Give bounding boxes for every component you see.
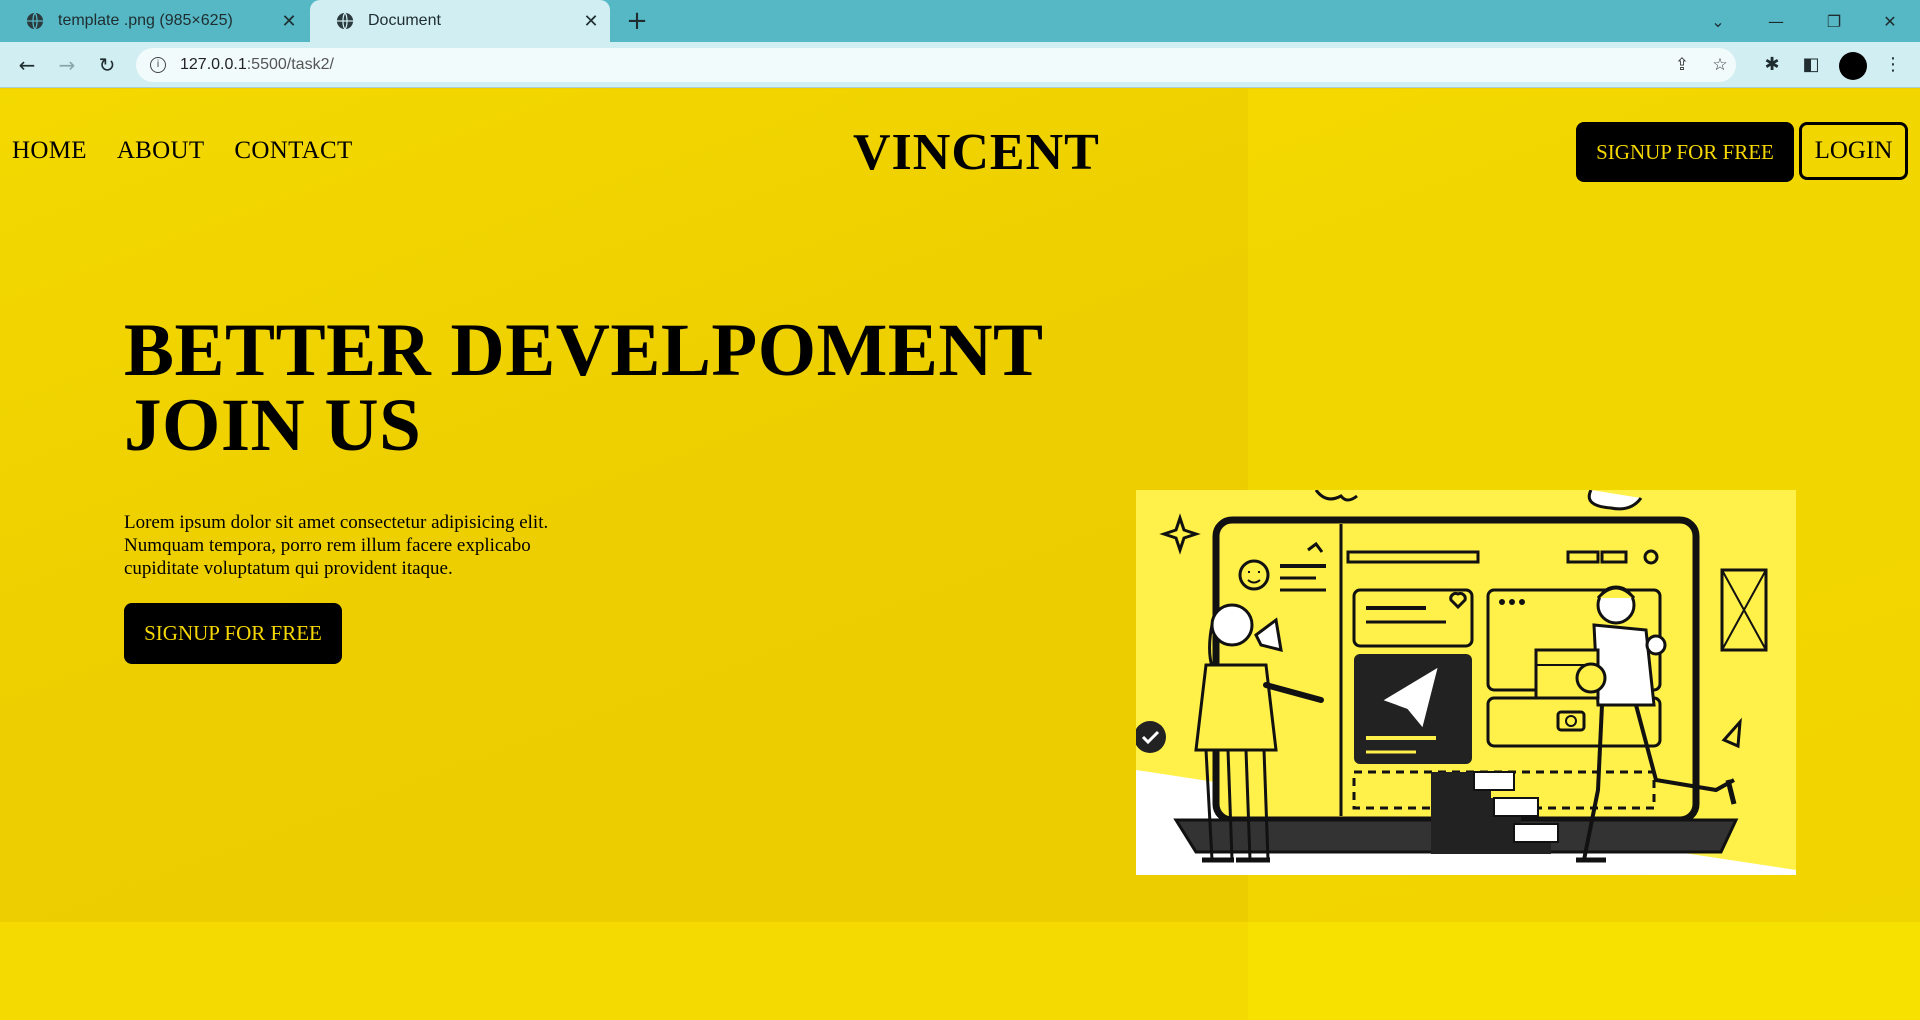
extensions-icon[interactable]: ✱ <box>1761 54 1783 76</box>
close-icon[interactable]: ✕ <box>278 10 300 32</box>
team-illustration <box>1136 490 1796 875</box>
address-bar[interactable]: i 127.0.0.1:5500/task2/ ⇪ ☆ <box>136 48 1736 82</box>
close-icon[interactable]: ✕ <box>580 10 602 32</box>
tab-label: Document <box>368 12 441 29</box>
nav-home-link[interactable]: HOME <box>12 137 87 165</box>
url-path: :5500/task2/ <box>246 56 334 73</box>
menu-dots-icon[interactable]: ⋮ <box>1882 54 1904 76</box>
browser-tab-template[interactable]: template .png (985×625) ✕ <box>0 0 308 42</box>
page: HOME ABOUT CONTACT VINCENT SIGNUP FOR FR… <box>0 89 1920 1020</box>
url-host: 127.0.0.1 <box>180 56 247 73</box>
login-button[interactable]: LOGIN <box>1799 122 1908 180</box>
hero-title-line: BETTER DEVELPOMENT <box>124 309 1044 392</box>
footer-strip <box>0 922 1920 1020</box>
signup-button[interactable]: SIGNUP FOR FREE <box>1576 122 1794 182</box>
reload-icon[interactable]: ↻ <box>92 50 122 80</box>
browser-tabstrip: template .png (985×625) ✕ Document ✕ + ⌄… <box>0 0 1920 42</box>
hero-signup-button[interactable]: SIGNUP FOR FREE <box>124 603 342 664</box>
side-panel-icon[interactable]: ◧ <box>1800 54 1822 76</box>
tab-label: template .png (985×625) <box>58 12 233 29</box>
main-nav: HOME ABOUT CONTACT <box>12 137 353 165</box>
background-shade <box>0 89 1248 922</box>
avatar[interactable] <box>1839 52 1867 80</box>
hero-description: Lorem ipsum dolor sit amet consectetur a… <box>124 512 549 579</box>
site-logo[interactable]: VINCENT <box>853 123 1100 182</box>
hero-title-line: JOIN US <box>124 384 422 467</box>
nav-about-link[interactable]: ABOUT <box>117 137 205 165</box>
globe-icon <box>26 12 44 30</box>
url-text: 127.0.0.1:5500/task2/ <box>180 56 334 74</box>
browser-tab-document[interactable]: Document ✕ <box>310 0 610 42</box>
minimize-icon[interactable]: — <box>1748 0 1804 42</box>
info-icon[interactable]: i <box>150 57 166 73</box>
back-arrow-icon[interactable]: ← <box>12 50 42 80</box>
nav-contact-link[interactable]: CONTACT <box>234 137 352 165</box>
share-icon[interactable]: ⇪ <box>1672 55 1692 75</box>
star-icon[interactable]: ☆ <box>1710 55 1730 75</box>
hero-title: BETTER DEVELPOMENT JOIN US <box>124 313 1044 463</box>
globe-icon <box>336 12 354 30</box>
window-close-icon[interactable]: ✕ <box>1862 0 1918 42</box>
hero-illustration <box>1136 490 1796 875</box>
chevron-down-icon[interactable]: ⌄ <box>1690 0 1746 42</box>
plus-icon[interactable]: + <box>622 6 652 36</box>
forward-arrow-icon[interactable]: → <box>52 50 82 80</box>
browser-toolbar: ← → ↻ i 127.0.0.1:5500/task2/ ⇪ ☆ ✱ ◧ ⋮ <box>0 42 1920 88</box>
restore-icon[interactable]: ❐ <box>1806 0 1862 42</box>
